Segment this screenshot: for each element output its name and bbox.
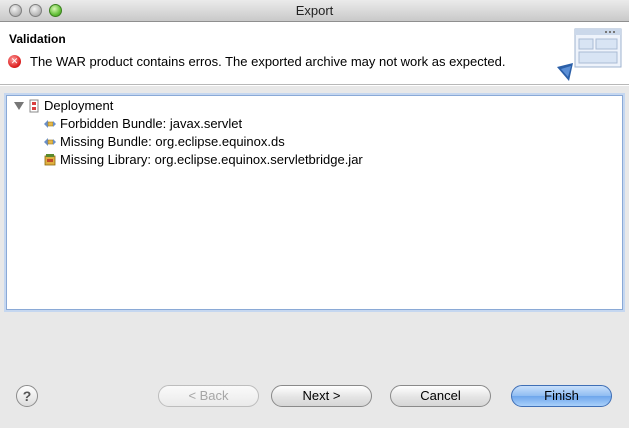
validation-message: The WAR product contains erros. The expo…	[30, 54, 506, 69]
button-bar: ? < Back Next > Cancel Finish	[0, 368, 629, 428]
plugin-icon	[44, 120, 56, 128]
page-title: Validation	[9, 32, 66, 46]
tree-node-missing-library[interactable]: Missing Library: org.eclipse.equinox.ser…	[7, 151, 567, 169]
tree-node-missing-bundle[interactable]: Missing Bundle: org.eclipse.equinox.ds	[7, 133, 507, 151]
product-icon	[29, 99, 39, 113]
title-bar: Export	[0, 0, 629, 22]
tree-node-forbidden-bundle[interactable]: Forbidden Bundle: javax.servlet	[7, 115, 507, 133]
window-title: Export	[295, 3, 334, 18]
error-icon: ✕	[8, 55, 21, 68]
plugin-icon	[44, 138, 56, 146]
content-area: Deployment Forbidden Bundle: javax.servl…	[0, 86, 629, 368]
tree-node-deployment[interactable]: Deployment	[7, 97, 307, 115]
next-button[interactable]: Next >	[271, 385, 372, 407]
back-button[interactable]: < Back	[158, 385, 259, 407]
export-wizard-banner-icon	[557, 28, 622, 81]
tree-node-label: Missing Bundle: org.eclipse.equinox.ds	[60, 134, 285, 149]
jar-icon	[44, 154, 56, 166]
wizard-header: Validation ✕ The WAR product contains er…	[0, 22, 629, 85]
help-button[interactable]: ?	[16, 385, 38, 407]
tree-node-label: Forbidden Bundle: javax.servlet	[60, 116, 243, 131]
cancel-button[interactable]: Cancel	[390, 385, 491, 407]
finish-button[interactable]: Finish	[511, 385, 612, 407]
expand-triangle-icon[interactable]	[14, 102, 24, 110]
tree-node-label: Missing Library: org.eclipse.equinox.ser…	[60, 152, 363, 167]
validation-tree[interactable]: Deployment Forbidden Bundle: javax.servl…	[6, 95, 623, 310]
tree-node-label: Deployment	[44, 98, 114, 113]
